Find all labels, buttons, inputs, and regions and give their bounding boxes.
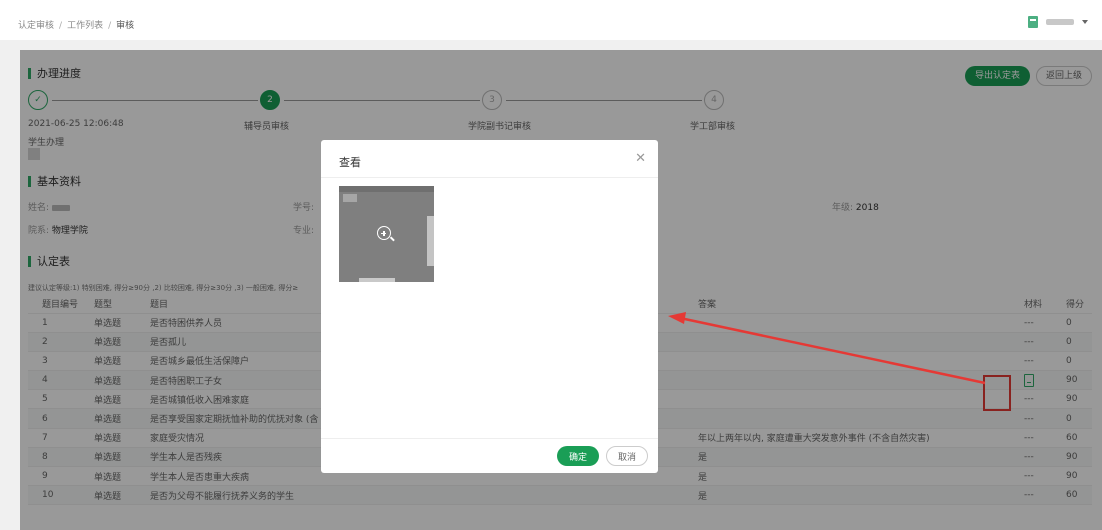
thumbnail-blur bbox=[343, 194, 357, 202]
close-icon[interactable]: ✕ bbox=[635, 152, 646, 165]
breadcrumb-separator: / bbox=[108, 21, 112, 31]
breadcrumb-item-3: 审核 bbox=[116, 21, 135, 31]
breadcrumb: 认定审核 / 工作列表 / 审核 bbox=[18, 18, 134, 31]
modal-divider bbox=[321, 177, 658, 178]
thumbnail-blur bbox=[427, 216, 434, 266]
thumbnail-blur bbox=[339, 186, 434, 192]
top-bar: 认定审核 / 工作列表 / 审核 bbox=[0, 0, 1102, 40]
breadcrumb-item-2[interactable]: 工作列表 bbox=[67, 21, 103, 31]
breadcrumb-item-1[interactable]: 认定审核 bbox=[18, 21, 54, 31]
modal-footer-divider bbox=[321, 438, 658, 439]
confirm-button[interactable]: 确定 bbox=[557, 446, 599, 466]
user-name-blurred bbox=[1046, 19, 1074, 25]
user-menu[interactable] bbox=[1028, 16, 1088, 28]
zoom-in-icon-handle bbox=[390, 236, 395, 242]
attachment-thumbnail[interactable] bbox=[339, 186, 434, 282]
view-modal: 查看 ✕ 确定 取消 bbox=[321, 140, 658, 473]
user-icon bbox=[1028, 16, 1038, 28]
thumbnail-blur bbox=[359, 278, 395, 282]
breadcrumb-separator: / bbox=[59, 21, 63, 31]
zoom-in-icon[interactable] bbox=[377, 226, 391, 240]
chevron-down-icon bbox=[1082, 20, 1088, 24]
modal-title: 查看 bbox=[339, 156, 361, 169]
cancel-button[interactable]: 取消 bbox=[606, 446, 648, 466]
